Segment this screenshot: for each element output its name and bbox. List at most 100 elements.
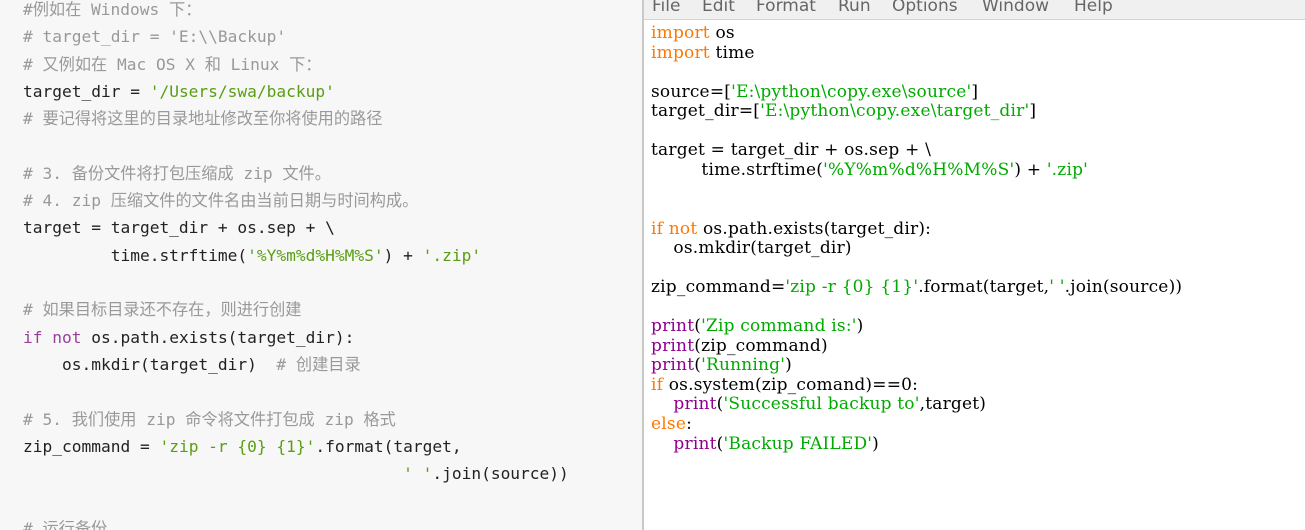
tutorial-line: # 4. zip 压缩文件的文件名由当前日期与时间构成。 (23, 187, 418, 214)
idle-token: import (651, 23, 710, 43)
tutorial-token: os.mkdir(target_dir) (23, 354, 277, 374)
tutorial-code-block: #例如在 Windows 下： # target_dir = 'E:\\Backu… (0, 0, 642, 530)
idle-token: ( (716, 394, 724, 415)
idle-token: 'E:\python\copy.exe\source' (731, 81, 972, 102)
tutorial-line: #例如在 Windows 下： (23, 0, 201, 23)
tutorial-line: # 又例如在 Mac OS X 和 Linux 下： (23, 51, 321, 78)
tutorial-token: ' ' (403, 464, 433, 484)
tutorial-token (43, 328, 53, 347)
tutorial-line: ' '.join(source)) (23, 460, 569, 487)
idle-token: target = target_dir + os.sep + \ (651, 140, 931, 161)
idle-token: print (651, 316, 695, 337)
tutorial-token: '.zip' (422, 245, 482, 265)
tutorial-line: # target_dir = 'E:\\Backup' (23, 23, 286, 50)
idle-line: print('Backup FAILED') (651, 433, 880, 455)
idle-token (651, 394, 673, 414)
tutorial-line: target_dir = '/Users/swa/backup' (23, 78, 335, 105)
menu-bar: File Edit Format Run Options Window Help (644, 0, 1305, 20)
idle-token: .format(target, (918, 277, 1050, 298)
tutorial-token: '%Y%m%d%H%M%S' (247, 245, 384, 265)
menu-window[interactable]: Window (982, 0, 1049, 18)
idle-token: 'Successful backup to' (723, 394, 920, 415)
idle-line: print('Running') (651, 356, 792, 376)
tutorial-token: # 如果目标目录还不存在，则进行创建 (23, 300, 302, 320)
idle-token: time (709, 42, 755, 63)
idle-token: ] (1029, 101, 1037, 122)
menu-run[interactable]: Run (838, 0, 871, 18)
tutorial-token: ) + (383, 245, 423, 265)
tutorial-token: # 4. zip 压缩文件的文件名由当前日期与时间构成。 (23, 191, 419, 211)
tutorial-token: #例如在 Windows 下： (23, 0, 202, 19)
idle-line: target_dir=['E:\python\copy.exe\target_d… (651, 101, 1037, 122)
idle-line: if os.system(zip_comand)==0: (651, 374, 919, 396)
tutorial-line: # 5. 我们使用 zip 命令将文件打包成 zip 格式 (23, 406, 396, 433)
idle-token: print (651, 335, 695, 356)
tutorial-token: # target_dir = 'E:\\Backup' (23, 27, 287, 47)
idle-token: print (673, 394, 717, 415)
menu-options[interactable]: Options (892, 0, 958, 18)
menu-help[interactable]: Help (1074, 0, 1113, 18)
idle-token: 'Running' (701, 355, 786, 376)
tutorial-token: .format(target, (315, 436, 462, 456)
tutorial-token: 'zip -r {0} {1}' (159, 436, 316, 456)
tutorial-token: # 5. 我们使用 zip 命令将文件打包成 zip 格式 (23, 409, 396, 429)
idle-line: os.mkdir(target_dir) (651, 238, 852, 259)
idle-token: ) (872, 433, 880, 454)
idle-token: not (668, 218, 698, 239)
idle-token: (zip_command) (694, 335, 828, 356)
tutorial-line: target = target_dir + os.sep + \ (23, 214, 335, 241)
tutorial-token: not (52, 327, 82, 347)
tutorial-line: zip_command = 'zip -r {0} {1}'.format(ta… (23, 433, 462, 460)
tutorial-token: os.path.exists(target_dir): (81, 327, 355, 347)
idle-line: source=['E:\python\copy.exe\source'] (651, 81, 979, 103)
idle-token: ] (971, 81, 979, 102)
tutorial-token: # 创建目录 (276, 354, 361, 374)
idle-line: target = target_dir + os.sep + \ (651, 140, 931, 161)
idle-line: time.strftime('%Y%m%d%H%M%S') + '.zip' (651, 159, 1088, 181)
idle-token: 'Backup FAILED' (723, 433, 873, 454)
tutorial-line: # 3. 备份文件将打包压缩成 zip 文件。 (23, 160, 331, 187)
idle-token: source=[ (651, 81, 732, 102)
idle-line: print('Successful backup to',target) (651, 395, 986, 415)
tutorial-token: target = target_dir + os.sep + \ (23, 218, 335, 238)
idle-token (651, 434, 673, 454)
tutorial-token: # 要记得将这里的目录地址修改至你将使用的路径 (23, 109, 383, 129)
idle-line: import os (651, 23, 735, 44)
idle-token: 'E:\python\copy.exe\target_dir' (760, 101, 1030, 122)
idle-token: ) (785, 355, 792, 376)
idle-token: else (651, 414, 687, 434)
idle-token: os.path.exists(target_dir): (697, 218, 932, 239)
tutorial-token: # 3. 备份文件将打包压缩成 zip 文件。 (23, 163, 331, 183)
idle-token: ) (856, 316, 864, 337)
tutorial-token: zip_command = (23, 436, 160, 456)
tutorial-line: # 运行备份 (23, 515, 107, 530)
idle-token: time.strftime( (651, 159, 824, 180)
idle-token: ,target) (919, 394, 987, 415)
editor-text-area[interactable]: import os import time source=['E:\python\c… (644, 20, 1305, 530)
idle-line: import time (651, 42, 755, 64)
tutorial-line: os.mkdir(target_dir) # 创建目录 (23, 351, 361, 378)
tutorial-token: '/Users/swa/backup' (149, 81, 335, 101)
idle-token: os.system(zip_comand)==0: (663, 374, 919, 395)
idle-token: zip_command= (651, 277, 786, 298)
menu-file[interactable]: File (652, 0, 680, 18)
idle-token: print (651, 355, 695, 376)
tutorial-line: if not os.path.exists(target_dir): (23, 324, 354, 351)
tutorial-line: time.strftime('%Y%m%d%H%M%S') + '.zip' (23, 242, 481, 269)
tutorial-token: if (23, 327, 43, 347)
tutorial-token: time.strftime( (23, 245, 248, 265)
idle-token: if (651, 374, 664, 395)
idle-token: ) + (1014, 159, 1047, 180)
idle-token: : (686, 414, 693, 434)
tutorial-token: .join(source)) (432, 464, 569, 484)
idle-token: print (673, 433, 717, 454)
idle-token: ' ' (1049, 277, 1065, 298)
menu-format[interactable]: Format (756, 0, 816, 18)
idle-line: if not os.path.exists(target_dir): (651, 218, 932, 240)
tutorial-token: target_dir = (23, 81, 150, 101)
idle-token: .join(source)) (1064, 277, 1183, 298)
idle-editor-window: File Edit Format Run Options Window Help… (644, 0, 1305, 530)
tutorial-token: # 运行备份 (23, 518, 108, 530)
menu-edit[interactable]: Edit (702, 0, 735, 18)
tutorial-line: # 要记得将这里的目录地址修改至你将使用的路径 (23, 105, 382, 132)
